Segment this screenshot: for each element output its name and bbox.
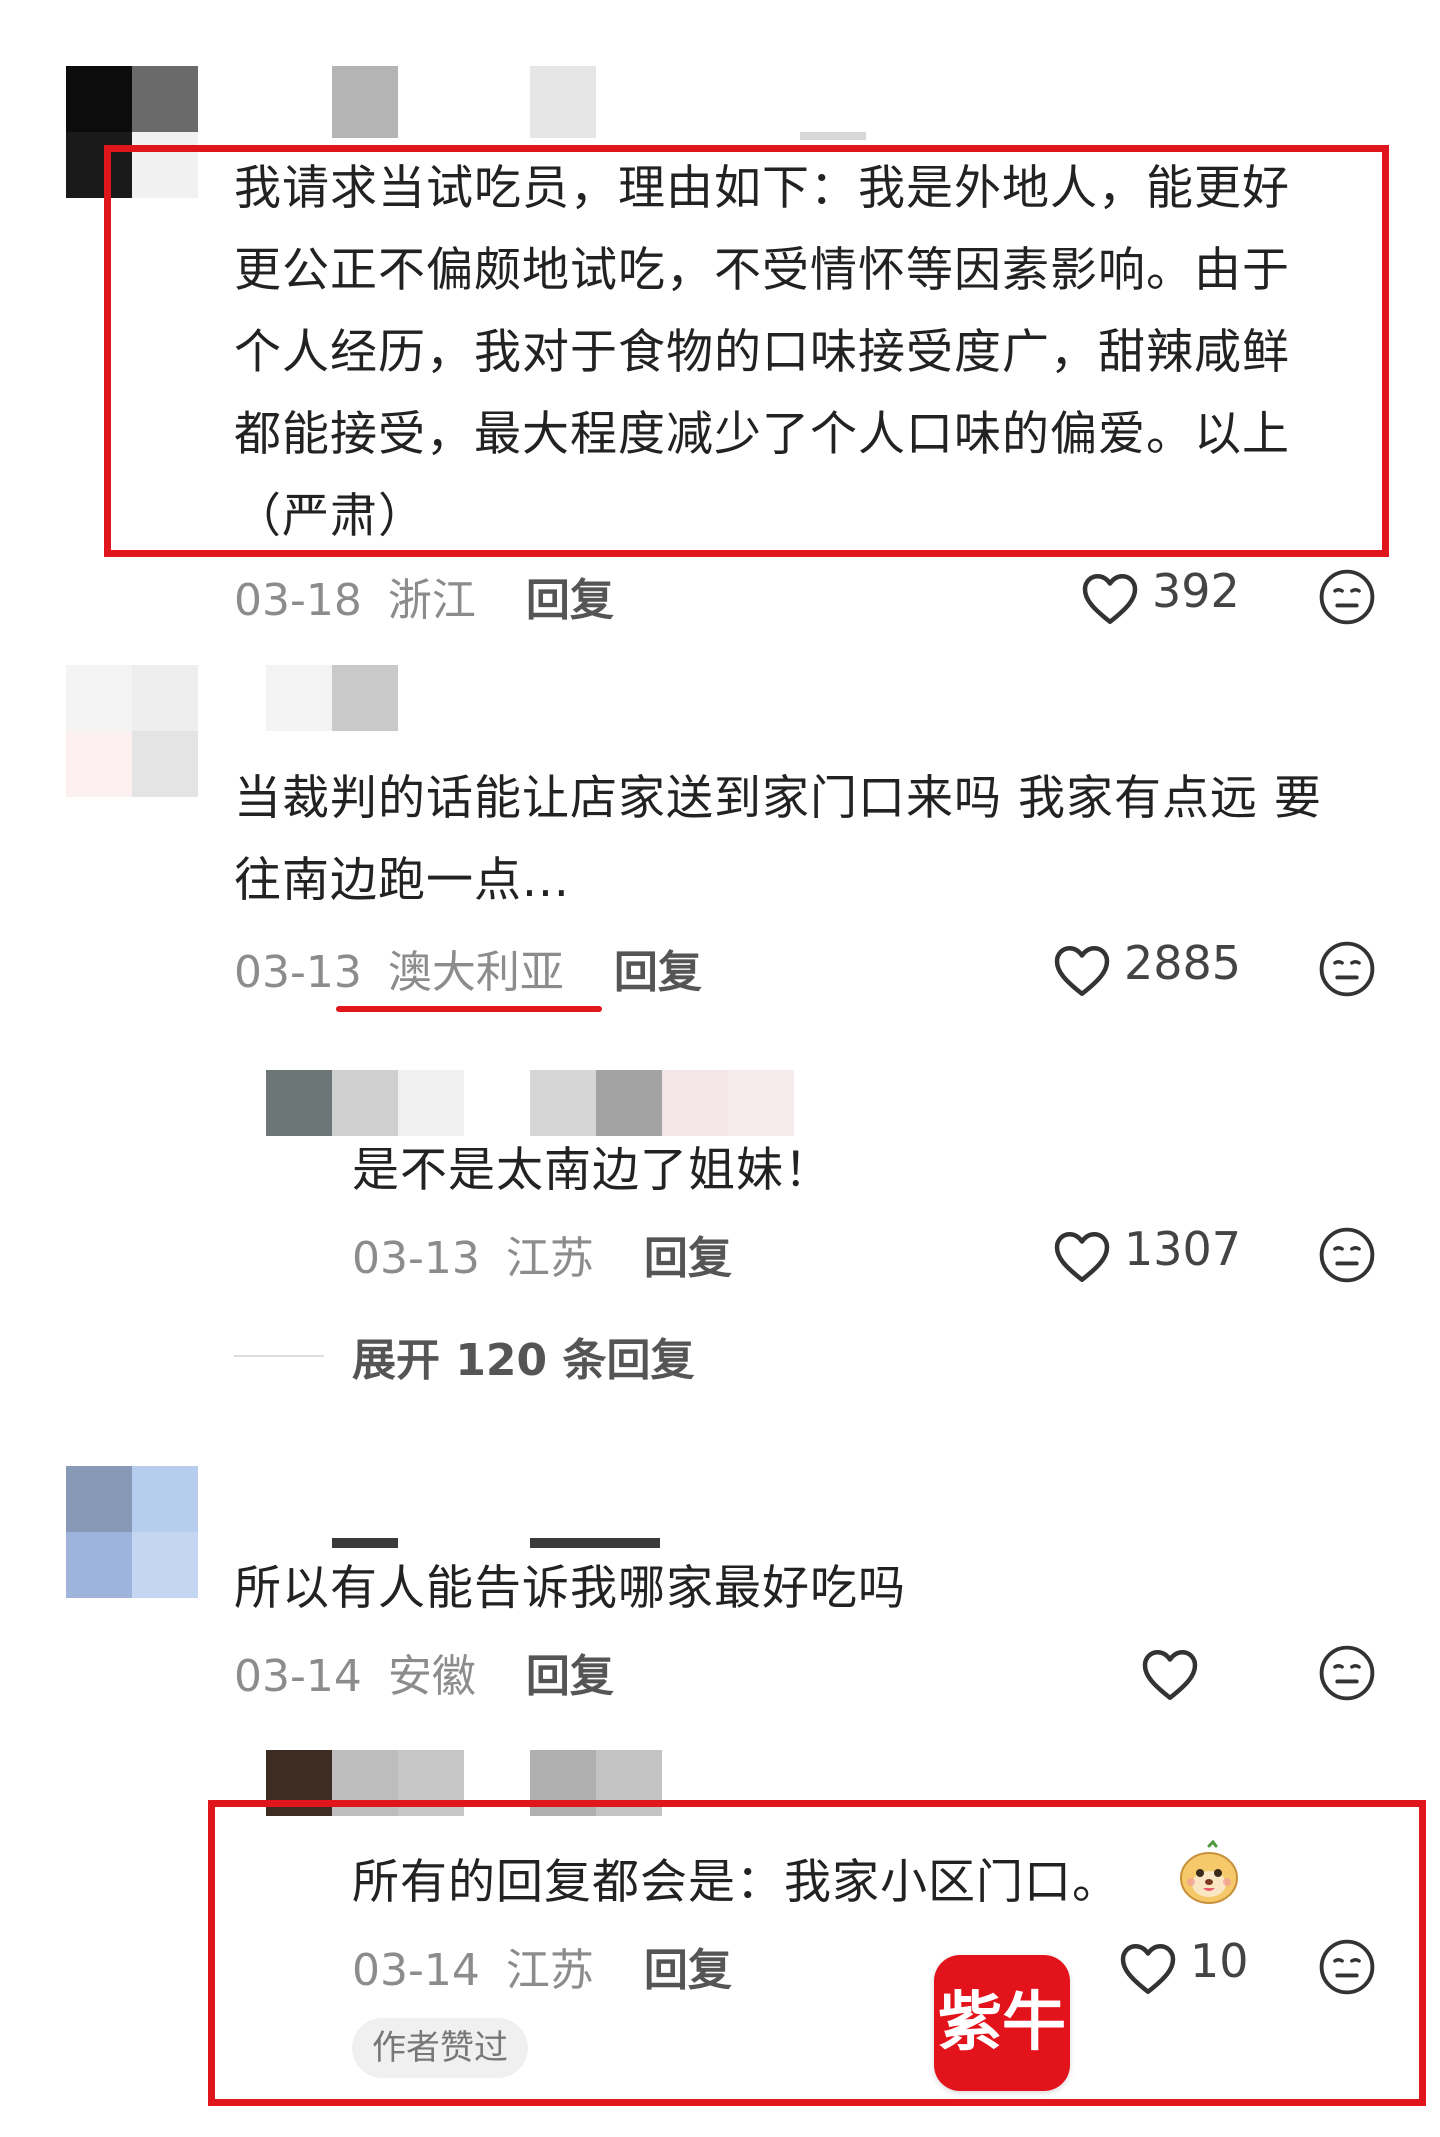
- comment-text: 所以有人能告诉我哪家最好吃吗: [234, 1561, 906, 1616]
- expand-replies-button[interactable]: 展开 120 条回复: [352, 1324, 694, 1388]
- neutral-face-icon[interactable]: [1318, 940, 1376, 998]
- reply-date: 03-14: [352, 1945, 480, 1996]
- comment-meta: 03-13 澳大利亚 回复: [234, 936, 702, 1000]
- reply-button[interactable]: 回复: [526, 1651, 614, 1702]
- heart-icon: [1052, 1228, 1112, 1284]
- comment-date: 03-13: [234, 947, 362, 998]
- comment-location: 澳大利亚: [387, 947, 564, 998]
- heart-icon: [1118, 1940, 1178, 1996]
- reply-meta: 03-13 江苏 回复: [352, 1222, 732, 1286]
- reply-location: 江苏: [505, 1945, 594, 1996]
- neutral-face-icon[interactable]: [1318, 1644, 1376, 1702]
- reply-button[interactable]: 回复: [644, 1945, 732, 1996]
- like-count: 2885: [1124, 936, 1242, 990]
- like-count: 1307: [1124, 1222, 1242, 1276]
- like-count: 10: [1190, 1934, 1249, 1988]
- comment-location: 安徽: [387, 1651, 476, 1702]
- comment-text: 我请求当试吃员，理由如下：我是外地人，能更好 更公正不偏颇地试吃，不受情怀等因素…: [234, 161, 1290, 544]
- reply-date: 03-13: [352, 1233, 480, 1284]
- like-count: 392: [1152, 564, 1240, 618]
- reply-meta: 03-14 江苏 回复: [352, 1934, 732, 1998]
- comment-text: 当裁判的话能让店家送到家门口来吗 我家有点远 要 往南边跑一点...: [234, 771, 1322, 908]
- heart-icon: [1140, 1646, 1200, 1702]
- heart-icon: [1052, 942, 1112, 998]
- comment-date: 03-18: [234, 575, 362, 626]
- location-underline: [336, 1006, 602, 1012]
- reply-button[interactable]: 回复: [614, 947, 702, 998]
- reply-button[interactable]: 回复: [644, 1233, 732, 1284]
- neutral-face-icon[interactable]: [1318, 1226, 1376, 1284]
- reply-text: 是不是太南边了姐妹！: [352, 1143, 832, 1198]
- cartoon-face-emoji-icon: [1176, 1839, 1242, 1910]
- author-liked-badge: 作者赞过: [352, 2018, 528, 2078]
- comment-location: 浙江: [387, 575, 476, 626]
- heart-icon: [1080, 570, 1140, 626]
- neutral-face-icon[interactable]: [1318, 1938, 1376, 1996]
- reply-button[interactable]: 回复: [526, 575, 614, 626]
- expand-divider: [234, 1355, 324, 1357]
- comment-meta: 03-14 安徽 回复: [234, 1640, 614, 1704]
- app-logo: 紫牛: [934, 1955, 1070, 2091]
- reply-location: 江苏: [505, 1233, 594, 1284]
- comment-date: 03-14: [234, 1651, 362, 1702]
- reply-text: 所有的回复都会是：我家小区门口。: [352, 1855, 1120, 1910]
- comment-meta: 03-18 浙江 回复: [234, 564, 614, 628]
- neutral-face-icon[interactable]: [1318, 568, 1376, 626]
